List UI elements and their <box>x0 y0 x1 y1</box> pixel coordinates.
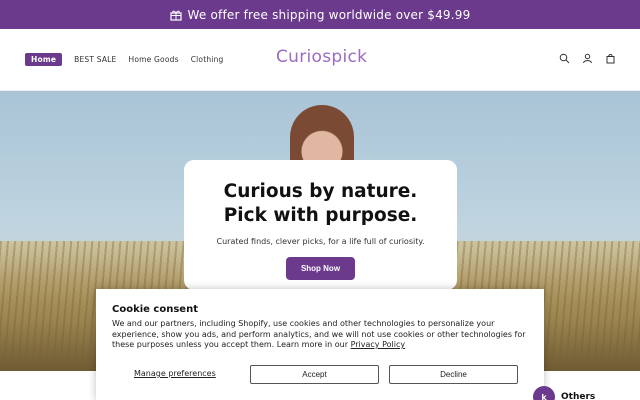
others-badge: k <box>533 386 555 400</box>
hero-heading-line2: Pick with purpose. <box>223 205 418 226</box>
site-header: Home BEST SALE Home Goods Clothing Curio… <box>0 29 640 91</box>
nav-home[interactable]: Home <box>25 53 63 66</box>
accept-button[interactable]: Accept <box>250 365 379 384</box>
cookie-consent-dialog: Cookie consent We and our partners, incl… <box>96 289 544 400</box>
gift-icon <box>169 10 182 21</box>
others-widget[interactable]: k Others <box>533 386 595 400</box>
others-label: Others <box>561 392 596 400</box>
cookie-body: We and our partners, including Shopify, … <box>112 319 528 351</box>
nav-home-goods[interactable]: Home Goods <box>129 55 179 64</box>
search-icon[interactable] <box>559 53 570 64</box>
hero-subtext: Curated finds, clever picks, for a life … <box>216 237 425 246</box>
hero-heading-line1: Curious by nature. <box>223 181 418 202</box>
cookie-body-text: We and our partners, including Shopify, … <box>112 319 526 349</box>
shop-now-button[interactable]: Shop Now <box>285 257 356 280</box>
cookie-actions: Manage preferences Accept Decline <box>112 365 532 385</box>
account-icon[interactable] <box>582 53 593 64</box>
main-nav: Home BEST SALE Home Goods Clothing <box>25 53 224 66</box>
privacy-policy-link[interactable]: Privacy Policy <box>351 340 406 349</box>
site-logo[interactable]: Curiospick <box>276 47 367 67</box>
manage-preferences-link[interactable]: Manage preferences <box>134 369 216 378</box>
nav-clothing[interactable]: Clothing <box>191 55 224 64</box>
announcement-bar: We offer free shipping worldwide over $4… <box>0 0 640 29</box>
cookie-title: Cookie consent <box>112 304 198 315</box>
hero-heading: Curious by nature. Pick with purpose. <box>184 180 457 228</box>
header-icons <box>559 53 616 64</box>
nav-best-sale[interactable]: BEST SALE <box>74 55 116 64</box>
cart-icon[interactable] <box>605 53 616 64</box>
announcement-text: We offer free shipping worldwide over $4… <box>187 7 471 22</box>
hero-card: Curious by nature. Pick with purpose. Cu… <box>184 160 457 290</box>
decline-button[interactable]: Decline <box>389 365 518 384</box>
